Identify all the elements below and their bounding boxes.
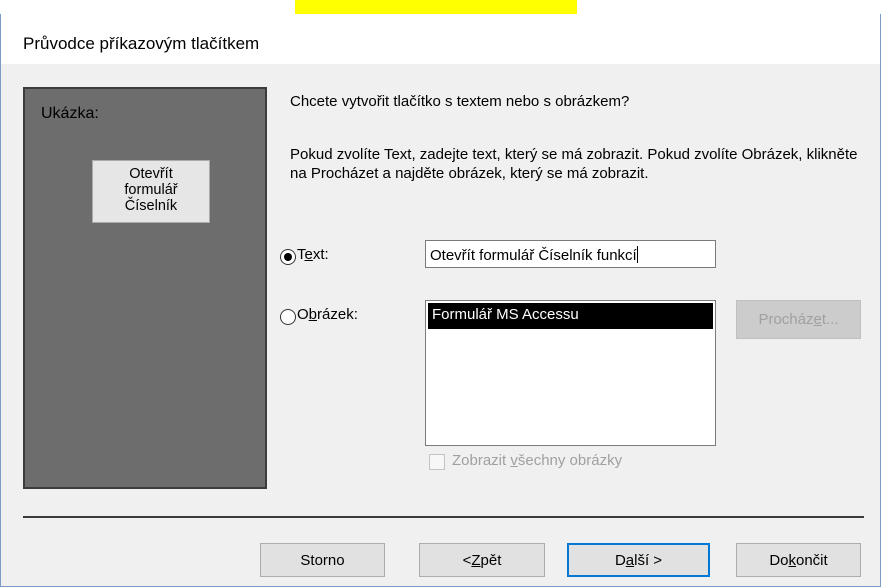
preview-button: Otevřít formulář Číselník — [92, 160, 210, 223]
button-text-value: Otevřít formulář Číselník funkcí — [430, 247, 637, 264]
show-all-images-checkbox[interactable] — [429, 454, 445, 470]
highlight-strip — [295, 0, 577, 14]
image-listbox[interactable]: Formulář MS Accessu — [425, 300, 716, 446]
window-title: Průvodce příkazovým tlačítkem — [23, 34, 260, 53]
text-radio[interactable] — [280, 249, 296, 265]
show-all-images-label[interactable]: Zobrazit všechny obrázky — [452, 452, 622, 469]
question-text: Chcete vytvořit tlačítko s textem nebo s… — [290, 93, 630, 110]
image-radio[interactable] — [280, 309, 296, 325]
text-cursor — [636, 246, 638, 263]
preview-button-line: Otevřít — [129, 166, 173, 182]
text-option-label[interactable]: Text: — [297, 246, 329, 263]
finish-button[interactable]: Do k ončit — [736, 543, 861, 577]
image-option-label[interactable]: Obrázek: — [297, 306, 358, 323]
next-button[interactable]: Da lší > — [567, 543, 710, 577]
footer-separator — [23, 516, 864, 518]
preview-button-line: Číselník — [124, 198, 178, 214]
description-text: Pokud zvolíte Text, zadejte text, který … — [290, 146, 858, 182]
preview-panel: Ukázka: Otevřít formulář Číselník — [23, 87, 267, 489]
browse-button[interactable]: Procház e t... — [736, 300, 861, 339]
back-button[interactable]: < Zpět — [419, 543, 545, 577]
title-bar: Průvodce příkazovým tlačítkem — [1, 14, 880, 64]
list-item[interactable]: Formulář MS Accessu — [428, 303, 713, 329]
button-text-input[interactable]: Otevřít formulář Číselník funkcí — [425, 240, 716, 268]
cancel-button[interactable]: Storno — [260, 543, 385, 577]
preview-label: Ukázka: — [41, 105, 99, 122]
preview-button-line: formulář — [124, 182, 178, 198]
wizard-window: Průvodce příkazovým tlačítkem Ukázka: Ot… — [0, 14, 881, 587]
